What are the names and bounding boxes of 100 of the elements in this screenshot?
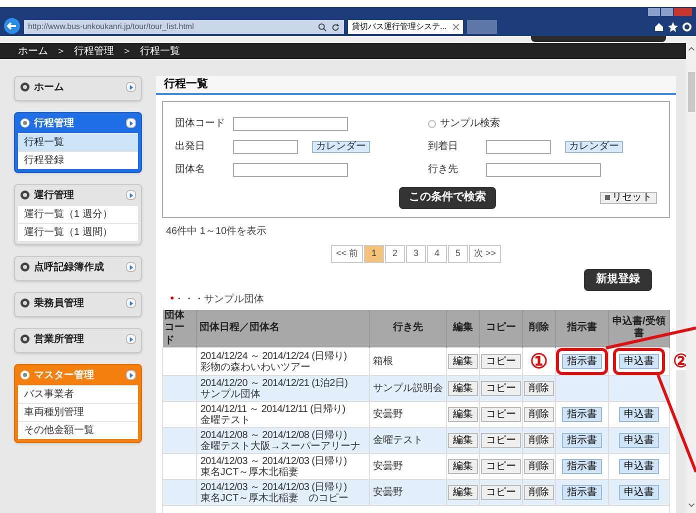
table-button[interactable]: 編集 [448,381,478,396]
table-button[interactable]: 編集 [448,485,478,500]
scrollbar[interactable] [686,43,696,513]
table-button[interactable]: 申込書 [618,485,659,500]
menu-heading[interactable]: 乗務員管理 [34,296,122,310]
page-link[interactable]: 5 [448,244,468,262]
schedule-text: 2014/12/03 ～ 2014/12/03 (日帰り) [200,456,348,466]
column-header: 指示書 [555,310,608,348]
table-button[interactable]: 指示書 [562,459,602,474]
menu-circle-icon [20,334,30,344]
search-icon[interactable] [318,22,327,32]
table-button[interactable]: 編集 [448,433,478,448]
menu-circle-icon [20,370,30,380]
input-field[interactable] [233,140,298,154]
schedule-text: 2014/12/08 ～ 2014/12/08 (日帰り) [200,430,348,440]
table-button[interactable]: 指示書 [562,433,602,448]
table-button[interactable]: 申込書 [618,433,659,448]
input-field[interactable] [486,140,551,154]
page-link[interactable]: 1 [364,244,384,262]
menu-heading[interactable]: 営業所管理 [34,332,122,346]
menu-circle-icon [20,82,30,92]
table-button[interactable]: 削除 [524,433,554,448]
expand-arrow-icon[interactable] [126,298,136,308]
table-button[interactable]: 申込書 [618,407,659,422]
breadcrumb-link[interactable]: 行程管理 [74,44,114,58]
table-button[interactable]: コピー [480,459,521,474]
table-button[interactable]: コピー [480,433,521,448]
table-button[interactable]: コピー [480,381,521,396]
menu-circle-icon [20,298,30,308]
group-name: 金曜テスト大阪→スーパーアリーナ [200,440,362,452]
table-button[interactable]: 指示書 [562,354,602,369]
table-button[interactable]: コピー [480,485,521,500]
expand-arrow-icon[interactable] [126,82,136,92]
table-button[interactable]: 削除 [524,407,554,422]
scroll-up-icon[interactable] [688,45,694,52]
reset-button[interactable]: リセット [600,192,657,204]
group-name: 東名JCT～厚木北稲妻 のコピー [200,492,350,504]
breadcrumb-link[interactable]: ホーム [18,44,48,58]
radio-label: サンプル検索 [440,116,500,131]
page-title: 行程一覧 [164,77,208,92]
schedule-text: 2014/12/24 ～ 2014/12/24 (日帰り) [200,350,348,362]
table-button[interactable]: 編集 [448,459,478,474]
page-link[interactable]: 3 [406,244,426,262]
search-button[interactable]: この条件で検索 [399,186,496,208]
browser-tab[interactable]: 貸切バス運行管理システ... [348,20,463,34]
table-button[interactable]: 申込書 [618,354,659,369]
field-label: 団体名 [175,163,206,177]
scroll-thumb[interactable] [688,72,694,112]
home-icon[interactable] [654,22,664,32]
table-button[interactable]: 削除 [524,485,554,500]
expand-arrow-icon[interactable] [126,262,136,272]
expand-arrow-icon[interactable] [126,190,136,200]
field-label: 団体コード [175,117,226,131]
menu-circle-icon [20,190,30,200]
table-button[interactable]: コピー [480,407,521,422]
menu-heading[interactable]: ホーム [34,80,122,94]
group-name: 金曜テスト [200,414,252,426]
refresh-icon[interactable] [331,22,340,32]
table-button[interactable]: 編集 [448,354,478,370]
back-icon[interactable] [4,18,20,34]
expand-arrow-icon[interactable] [126,118,136,128]
star-icon[interactable] [668,22,678,32]
radio-button[interactable] [428,120,436,128]
table-cell: 安曇野 [370,480,447,506]
expand-arrow-icon[interactable] [126,370,136,380]
scroll-down-icon[interactable] [688,502,694,509]
table-button[interactable]: 指示書 [562,407,602,422]
field-label: 出発日 [175,140,206,154]
menu-heading[interactable]: 点呼記録簿作成 [34,260,122,274]
calendar-button[interactable]: カレンダー [312,140,370,152]
settings-icon[interactable] [682,22,692,32]
table-button[interactable]: 編集 [448,407,478,422]
group-name: サンプル団体 [200,388,262,400]
page-link[interactable]: 次 >> [469,244,502,262]
menu-heading[interactable]: 運行管理 [34,188,122,202]
url-text: http://www.bus-unkoukanri.jp/tour/tour_list.html [28,21,195,33]
input-field[interactable] [486,162,601,176]
schedule-text: 2014/12/20 ～ 2014/12/21 (1泊2日) [200,378,349,388]
breadcrumb-link[interactable]: 行程一覧 [140,44,180,58]
page-link[interactable]: 4 [427,244,447,262]
field-label: 行き先 [428,162,459,177]
address-bar[interactable]: http://www.bus-unkoukanri.jp/tour/tour_list.html [24,20,344,34]
menu-item[interactable]: 行程一覧 [18,133,138,151]
input-field[interactable] [233,116,348,130]
table-button[interactable]: 申込書 [618,459,659,474]
result-count: 46件中 1～10件を表示 [166,224,268,238]
table-button[interactable]: 指示書 [562,485,602,500]
group-name: 東名JCT～厚木北稲妻 [200,466,300,478]
page-link[interactable]: 2 [385,244,405,262]
input-field[interactable] [233,162,348,176]
menu-heading[interactable]: 行程管理 [34,116,122,130]
close-icon[interactable] [453,24,459,30]
table-button[interactable]: 削除 [524,459,554,474]
calendar-button[interactable]: カレンダー [565,140,623,152]
expand-arrow-icon[interactable] [126,334,136,344]
new-button[interactable]: 新規登録 [584,268,652,290]
table-button[interactable]: 削除 [524,381,554,396]
field-label: 到着日 [428,140,459,154]
page-link[interactable]: << 前 [330,244,363,262]
table-button[interactable]: コピー [480,354,521,370]
